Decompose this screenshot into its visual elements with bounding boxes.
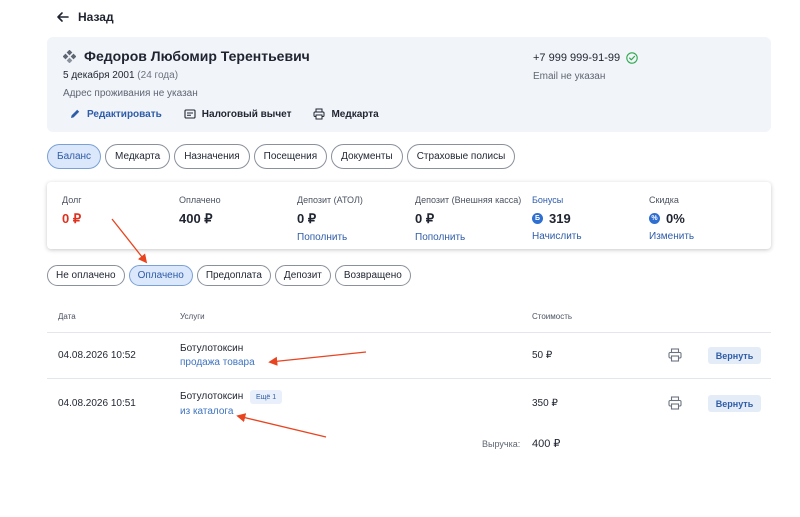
discount-label: Скидка: [649, 195, 679, 205]
deposit-ext-topup-link[interactable]: Пополнить: [415, 232, 521, 243]
filter-deposit[interactable]: Депозит: [274, 265, 331, 286]
tax-document-icon: [184, 109, 196, 119]
paid-label: Оплачено: [179, 195, 221, 205]
row-source: продажа товара: [180, 357, 255, 368]
deposit-ext-value: 0 ₽: [415, 211, 435, 226]
bonus-icon: Б: [532, 213, 543, 224]
birth-date: 5 декабря 2001: [63, 70, 135, 81]
tab-appointments[interactable]: Назначения: [174, 144, 250, 169]
filter-paid[interactable]: Оплачено: [128, 265, 193, 286]
pencil-icon: [71, 109, 80, 118]
arrow-left-icon: [57, 12, 69, 22]
revenue-label: Выручка:: [482, 439, 521, 449]
bonus-value-row: Б 319: [532, 211, 582, 226]
tab-visits[interactable]: Посещения: [253, 144, 328, 169]
back-label: Назад: [78, 10, 114, 24]
patient-header: Федоров Любомир Терентьевич: [63, 48, 310, 64]
patient-email: Email не указан: [533, 71, 606, 82]
phone-number: +7 999 999-91-99: [533, 52, 621, 64]
annotation-arrow: [268, 351, 367, 366]
discount-value: 0%: [666, 211, 685, 226]
deposit-ext-block: Депозит (Внешняя касса) 0 ₽ Пополнить: [415, 195, 521, 243]
patient-birth: 5 декабря 2001 (24 года): [63, 70, 178, 81]
patient-name: Федоров Любомир Терентьевич: [84, 48, 310, 64]
column-header-date: Дата: [58, 312, 76, 321]
bonus-label: Бонусы: [532, 195, 564, 205]
tab-balance[interactable]: Баланс: [47, 144, 102, 169]
deposit-atol-label: Депозит (АТОЛ): [297, 195, 363, 205]
paid-value: 400 ₽: [179, 211, 213, 226]
debt-label: Долг: [62, 195, 82, 205]
row-date: 04.08.2026 10:51: [58, 398, 136, 409]
tax-label: Налоговый вычет: [201, 108, 292, 120]
tax-deduction-button[interactable]: Налоговый вычет: [184, 108, 292, 120]
filter-unpaid[interactable]: Не оплачено: [47, 265, 125, 286]
revenue-value: 400 ₽: [532, 438, 561, 450]
row-source: из каталога: [180, 406, 234, 417]
deposit-ext-label: Депозит (Внешняя касса): [415, 195, 522, 205]
patient-actions: Редактировать Налоговый вычет Медкарта: [69, 108, 379, 120]
check-circle-icon: [626, 52, 638, 64]
row-date: 04.08.2026 10:52: [58, 350, 136, 361]
payment-filters: Не оплачено Оплачено Предоплата Депозит …: [47, 265, 411, 286]
row-service: Ботулотоксин: [180, 343, 244, 354]
filter-returned[interactable]: Возвращено: [334, 265, 411, 286]
medcard-label: Медкарта: [331, 108, 379, 120]
debt-block: Долг 0 ₽: [62, 195, 82, 227]
patient-address: Адрес проживания не указан: [63, 88, 198, 99]
return-button[interactable]: Вернуть: [708, 395, 761, 412]
filter-prepayment[interactable]: Предоплата: [196, 265, 271, 286]
column-header-services: Услуги: [180, 312, 205, 321]
paid-block: Оплачено 400 ₽: [179, 195, 221, 227]
annotation-arrow: [236, 413, 327, 438]
printer-icon[interactable]: [668, 348, 682, 362]
divider: [47, 332, 771, 333]
deposit-atol-value: 0 ₽: [297, 211, 317, 226]
divider: [47, 378, 771, 379]
patient-card: Федоров Любомир Терентьевич 5 декабря 20…: [47, 37, 771, 132]
medcard-button[interactable]: Медкарта: [313, 108, 379, 120]
tab-documents[interactable]: Документы: [331, 144, 403, 169]
deposit-atol-block: Депозит (АТОЛ) 0 ₽ Пополнить: [297, 195, 363, 243]
row-cost: 350 ₽: [532, 398, 558, 409]
tab-medcard[interactable]: Медкарта: [105, 144, 171, 169]
bonus-accrue-link[interactable]: Начислить: [532, 231, 582, 242]
edit-label: Редактировать: [87, 108, 162, 120]
patient-phone: +7 999 999-91-99: [533, 52, 638, 64]
discount-value-row: % 0%: [649, 211, 694, 226]
row-cost: 50 ₽: [532, 350, 553, 361]
discount-change-link[interactable]: Изменить: [649, 231, 694, 242]
balance-summary: Долг 0 ₽ Оплачено 400 ₽ Депозит (АТОЛ) 0…: [47, 182, 771, 249]
patient-icon: [63, 49, 76, 63]
discount-block: Скидка % 0% Изменить: [649, 195, 694, 242]
bonus-value: 319: [549, 211, 571, 226]
printer-icon[interactable]: [668, 396, 682, 410]
back-button[interactable]: Назад: [56, 10, 114, 24]
printer-icon: [313, 108, 325, 120]
percent-icon: %: [649, 213, 660, 224]
return-button[interactable]: Вернуть: [708, 347, 761, 364]
deposit-atol-topup-link[interactable]: Пополнить: [297, 232, 363, 243]
row-service: Ботулотоксин: [180, 391, 244, 402]
more-services-badge[interactable]: Ещё 1: [250, 390, 283, 404]
patient-age: (24 года): [137, 70, 179, 81]
section-tabs: Баланс Медкарта Назначения Посещения Док…: [47, 144, 516, 169]
bonus-block: Бонусы Б 319 Начислить: [532, 195, 582, 242]
edit-button[interactable]: Редактировать: [69, 108, 162, 120]
tab-insurance[interactable]: Страховые полисы: [406, 144, 516, 169]
column-header-cost: Стоимость: [532, 312, 573, 321]
debt-value: 0 ₽: [62, 211, 82, 226]
